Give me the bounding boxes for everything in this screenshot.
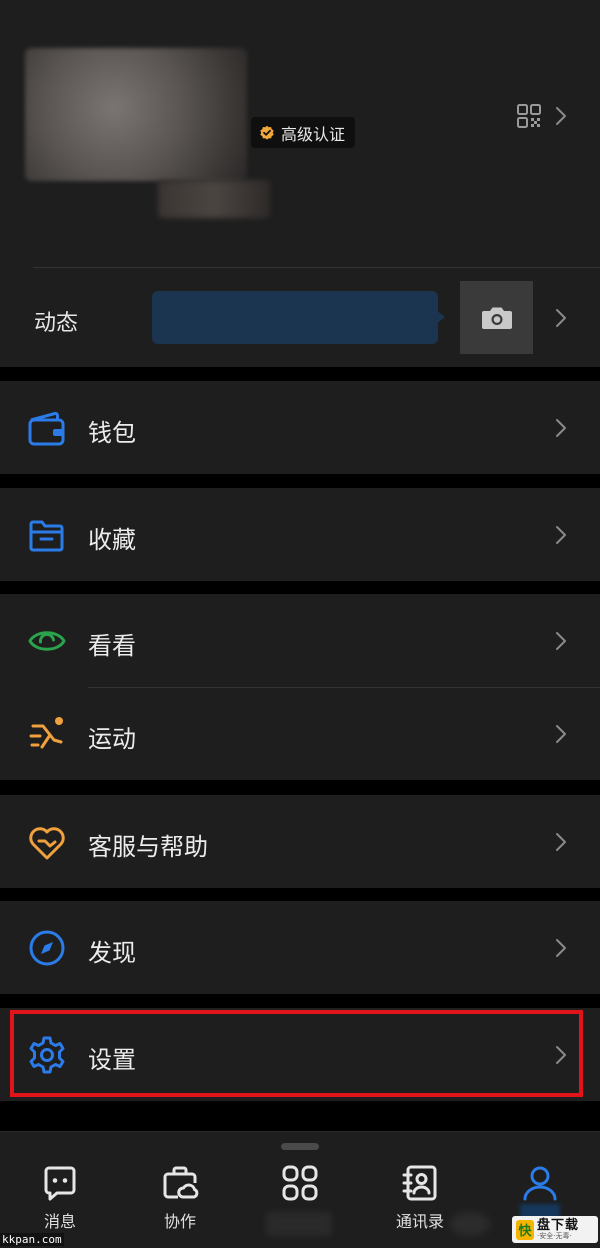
folder-icon: [29, 520, 64, 552]
watermark-logo-sub: ·安全·无毒·: [537, 1232, 572, 1240]
watermark-logo-mark: 快: [516, 1219, 534, 1240]
nav-label-blurred: [266, 1212, 332, 1236]
chevron-right-icon: [556, 526, 566, 544]
chevron-right-icon: [556, 939, 566, 957]
nav-tab-collab-label: 协作: [163, 1212, 196, 1231]
menu-item-sport-label: 运动: [88, 725, 136, 753]
qr-code-icon[interactable]: [517, 104, 541, 128]
account-id-blurred: [158, 180, 270, 218]
chevron-right-icon[interactable]: [553, 104, 569, 128]
nav-tab-messages[interactable]: 消息: [0, 1164, 120, 1234]
menu-item-watch-label: 看看: [88, 632, 136, 660]
menu-item-discover-label: 发现: [88, 939, 136, 967]
chat-bubble-icon: [44, 1166, 76, 1201]
divider: [33, 267, 600, 268]
watermark-logo-text: 盘下载: [537, 1218, 580, 1233]
chevron-right-icon: [556, 419, 566, 437]
avatar[interactable]: [25, 48, 247, 181]
verification-badge-label: 高级认证: [281, 124, 346, 144]
wallet-icon: [28, 411, 65, 446]
compass-icon: [29, 930, 65, 966]
briefcase-cloud-icon: [163, 1166, 199, 1199]
menu-item-help-label: 客服与帮助: [88, 833, 208, 861]
moments-preview[interactable]: [152, 291, 438, 344]
chevron-right-icon[interactable]: [553, 306, 569, 330]
apps-grid-icon: [282, 1165, 318, 1201]
menu-item-wallet-label: 钱包: [88, 419, 136, 447]
verification-badge[interactable]: 高级认证: [251, 117, 356, 148]
address-book-icon: [402, 1165, 437, 1201]
nav-tab-messages-label: 消息: [43, 1212, 76, 1231]
menu-item-favorites-label: 收藏: [88, 526, 136, 554]
settings-highlight-box: [10, 1010, 583, 1097]
moments-label[interactable]: 动态: [34, 305, 78, 337]
running-icon: [29, 717, 63, 749]
person-icon: [523, 1166, 557, 1201]
nav-tab-contacts-label: 通讯录: [395, 1212, 444, 1231]
chevron-right-icon: [556, 725, 566, 743]
nav-tab-collab[interactable]: 协作: [120, 1164, 240, 1234]
chevron-right-icon: [556, 632, 566, 650]
chevron-right-icon: [556, 833, 566, 851]
heart-handshake-icon: [29, 827, 65, 860]
watermark-url: kkpan.com: [0, 1233, 64, 1246]
drag-handle[interactable]: [281, 1143, 319, 1150]
camera-button[interactable]: [460, 281, 533, 354]
verified-icon: [260, 125, 274, 140]
camera-icon: [481, 307, 512, 329]
watermark-logo: 快 盘下载 ·安全·无毒·: [512, 1216, 598, 1243]
eye-icon: [28, 631, 66, 651]
moments-preview-tail: [436, 310, 445, 324]
